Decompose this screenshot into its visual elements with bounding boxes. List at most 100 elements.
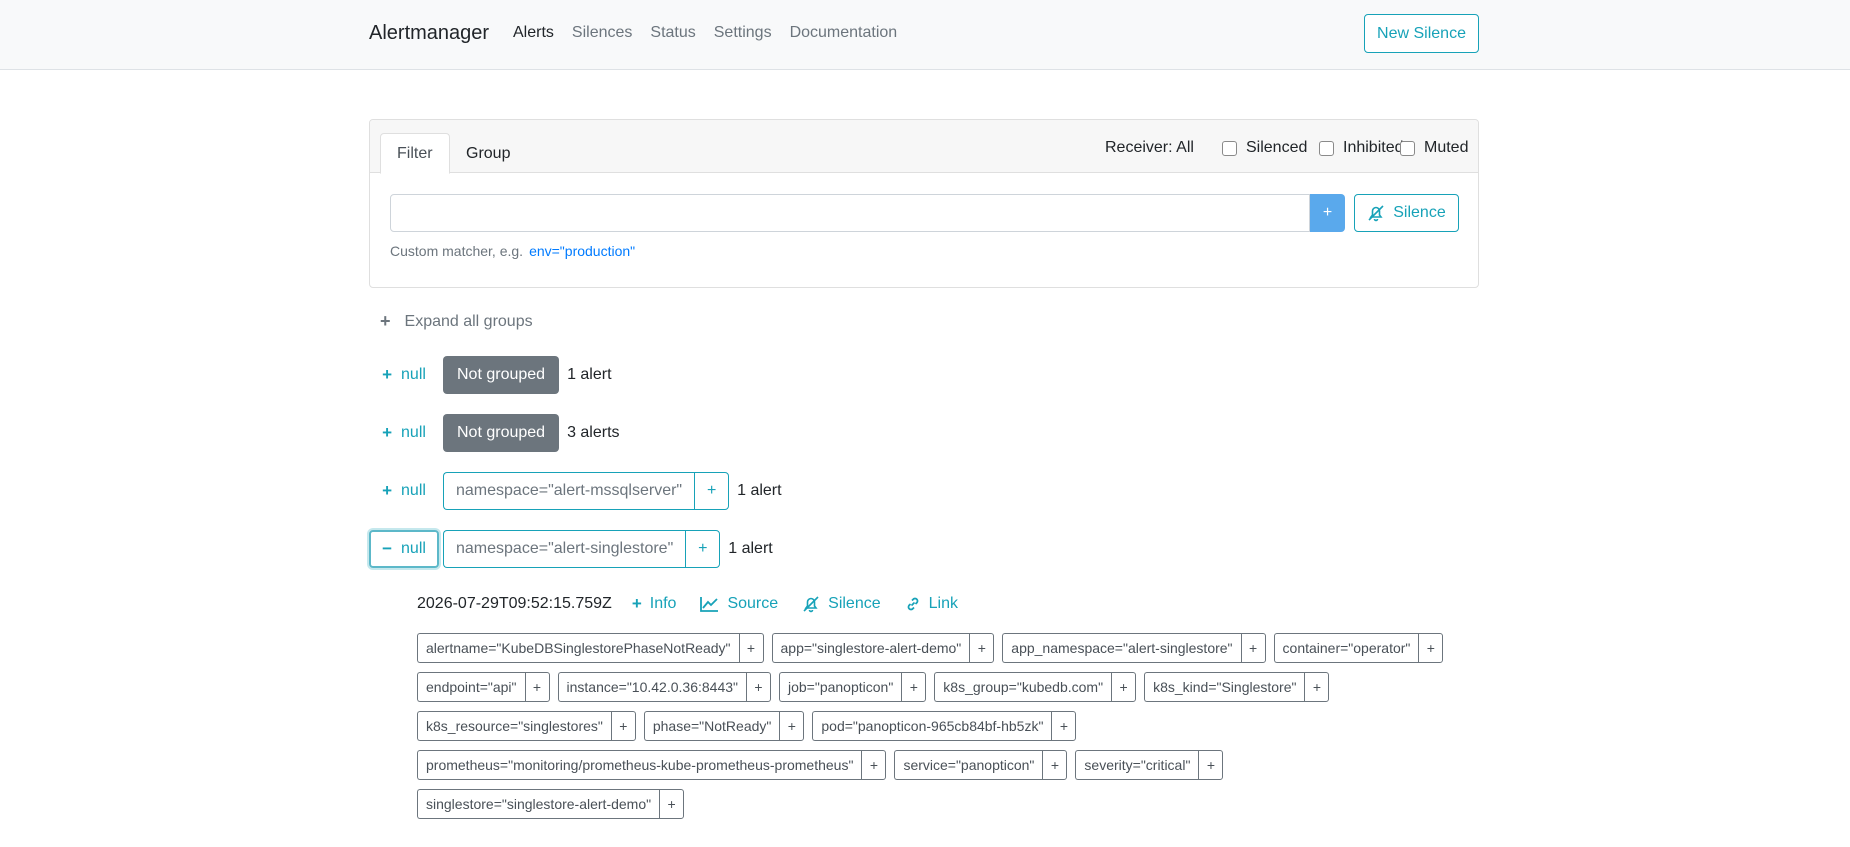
label-add-button[interactable]: + (1051, 711, 1077, 741)
label-add-button[interactable]: + (738, 633, 764, 663)
label-row: endpoint="api" + instance="10.42.0.36:8443… (417, 672, 1477, 702)
plus-icon: + (382, 423, 393, 442)
new-silence-button[interactable]: New Silence (1364, 14, 1479, 53)
label-add-button[interactable]: + (901, 672, 927, 702)
group-label-namespace[interactable]: namespace="alert-mssqlserver" (443, 472, 695, 510)
inhibited-checkbox[interactable] (1319, 140, 1334, 156)
label-chip: service="panopticon" + (894, 750, 1068, 780)
alert-count: 1 alert (728, 540, 773, 557)
label-add-button[interactable]: + (1240, 633, 1266, 663)
label-filter-text[interactable]: container="operator" (1273, 633, 1419, 663)
group-toggle-label: null (401, 424, 426, 441)
label-add-button[interactable]: + (1111, 672, 1137, 702)
alert-count: 3 alerts (567, 424, 620, 441)
add-filter-button[interactable]: + (1310, 194, 1345, 232)
silenced-checkbox[interactable] (1222, 140, 1237, 156)
bell-slash-icon (803, 596, 819, 613)
label-row: singlestore="singlestore-alert-demo" + (417, 789, 1477, 819)
muted-label: Muted (1424, 139, 1469, 156)
expand-all-groups[interactable]: + Expand all groups (380, 311, 533, 332)
alert-count: 1 alert (567, 366, 612, 383)
label-filter-text[interactable]: pod="panopticon-965cb84bf-hb5zk" (812, 711, 1052, 741)
label-filter-text[interactable]: alertname="KubeDBSinglestorePhaseNotRead… (417, 633, 739, 663)
muted-checkbox[interactable] (1400, 140, 1415, 156)
label-filter-text[interactable]: k8s_group="kubedb.com" (934, 672, 1112, 702)
label-add-button[interactable]: + (1304, 672, 1330, 702)
label-filter-text[interactable]: k8s_resource="singlestores" (417, 711, 611, 741)
link-label: Link (928, 595, 958, 612)
label-filter-text[interactable]: k8s_kind="Singlestore" (1144, 672, 1305, 702)
link-button[interactable]: Link (905, 595, 958, 613)
bell-slash-icon (1368, 205, 1384, 222)
label-add-button[interactable]: + (610, 711, 636, 741)
nav-item-status[interactable]: Status (650, 24, 695, 42)
chart-line-icon (700, 597, 719, 612)
navbar: Alertmanager Alerts Silences Status Sett… (0, 0, 1850, 70)
alert-labels: alertname="KubeDBSinglestorePhaseNotRead… (417, 633, 1477, 828)
label-add-button[interactable]: + (524, 672, 550, 702)
nav-item-settings[interactable]: Settings (714, 24, 772, 42)
label-filter-text[interactable]: app_namespace="alert-singlestore" (1002, 633, 1241, 663)
group-toggle[interactable]: + null (369, 472, 439, 510)
label-add-button[interactable]: + (659, 789, 685, 819)
silenced-label: Silenced (1246, 139, 1308, 156)
label-filter-text[interactable]: endpoint="api" (417, 672, 525, 702)
label-filter-text[interactable]: severity="critical" (1075, 750, 1199, 780)
info-button[interactable]: + Info (632, 594, 677, 614)
group-toggle[interactable]: + null (369, 356, 439, 394)
plus-icon: + (380, 311, 391, 331)
label-filter-text[interactable]: job="panopticon" (778, 672, 902, 702)
group-toggle-label: null (401, 366, 426, 383)
group-toggle[interactable]: − null (369, 530, 439, 568)
group-label-namespace[interactable]: namespace="alert-singlestore" (443, 530, 686, 568)
label-add-button[interactable]: + (861, 750, 887, 780)
label-filter-text[interactable]: prometheus="monitoring/prometheus-kube-p… (417, 750, 862, 780)
tab-group[interactable]: Group (450, 133, 526, 174)
brand-title[interactable]: Alertmanager (369, 22, 489, 45)
not-grouped-badge: Not grouped (443, 356, 560, 394)
filter-card-header: Filter Group Receiver: All Silenced Inhi… (370, 120, 1478, 174)
nav-item-alerts[interactable]: Alerts (513, 24, 554, 42)
muted-checkbox-group[interactable]: Muted (1400, 139, 1468, 157)
receiver-selector[interactable]: Receiver: All (1105, 139, 1194, 157)
label-row: prometheus="monitoring/prometheus-kube-p… (417, 750, 1477, 780)
hint-example-link[interactable]: env="production" (529, 243, 635, 259)
group-row: + null Not grouped 1 alert (369, 356, 612, 394)
silenced-checkbox-group[interactable]: Silenced (1222, 139, 1307, 157)
label-filter-text[interactable]: instance="10.42.0.36:8443" (557, 672, 746, 702)
label-add-button[interactable]: + (1198, 750, 1224, 780)
label-add-button[interactable]: + (969, 633, 995, 663)
nav-item-documentation[interactable]: Documentation (790, 24, 898, 42)
expand-all-label: Expand all groups (404, 312, 533, 330)
label-chip: phase="NotReady" + (643, 711, 805, 741)
group-label-add-button[interactable]: + (685, 530, 721, 568)
label-chip: k8s_resource="singlestores" + (417, 711, 636, 741)
label-chip: container="operator" + (1273, 633, 1444, 663)
filter-card: Filter Group Receiver: All Silenced Inhi… (369, 119, 1479, 288)
label-filter-text[interactable]: service="panopticon" (894, 750, 1043, 780)
group-row: + null Not grouped 3 alerts (369, 414, 620, 452)
plus-icon: + (382, 481, 393, 500)
label-add-button[interactable]: + (779, 711, 805, 741)
label-filter-text[interactable]: phase="NotReady" (643, 711, 780, 741)
create-silence-button[interactable]: Silence (1354, 194, 1459, 232)
filter-input[interactable] (390, 194, 1310, 232)
plus-icon: + (382, 365, 393, 384)
silence-alert-button[interactable]: Silence (802, 595, 881, 613)
label-add-button[interactable]: + (745, 672, 771, 702)
alert-count: 1 alert (737, 482, 782, 499)
alert-timestamp: 2026-07-29T09:52:15.759Z (417, 595, 612, 612)
label-filter-text[interactable]: singlestore="singlestore-alert-demo" (417, 789, 660, 819)
source-label: Source (727, 595, 779, 612)
group-label-add-button[interactable]: + (694, 472, 730, 510)
label-add-button[interactable]: + (1418, 633, 1444, 663)
inhibited-checkbox-group[interactable]: Inhibited (1319, 139, 1404, 157)
source-button[interactable]: Source (700, 595, 778, 613)
group-toggle-label: null (401, 482, 426, 499)
nav-item-silences[interactable]: Silences (572, 24, 632, 42)
label-filter-text[interactable]: app="singlestore-alert-demo" (771, 633, 970, 663)
tab-filter[interactable]: Filter (380, 133, 450, 174)
silence-alert-label: Silence (828, 595, 881, 612)
group-toggle[interactable]: + null (369, 414, 439, 452)
label-add-button[interactable]: + (1042, 750, 1068, 780)
